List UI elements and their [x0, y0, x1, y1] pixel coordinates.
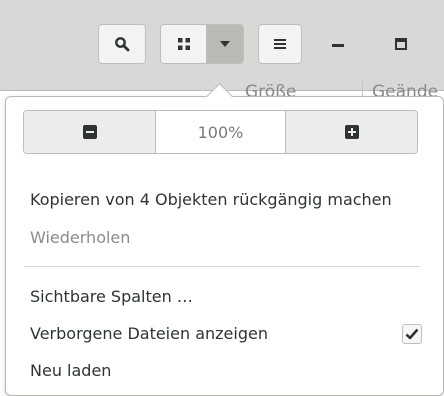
chevron-down-icon: [220, 41, 231, 47]
zoom-in-button[interactable]: [286, 111, 417, 153]
checkmark-icon: [405, 328, 419, 340]
undo-menu-item[interactable]: Kopieren von 4 Objekten rückgängig mache…: [30, 190, 392, 209]
redo-menu-item[interactable]: Wiederholen: [30, 228, 130, 247]
main-menu-button[interactable]: [258, 24, 302, 64]
menu-separator: [24, 266, 420, 267]
grid-view-button[interactable]: [161, 25, 208, 63]
show-hidden-files-checkbox[interactable]: [402, 324, 422, 344]
search-button[interactable]: [98, 24, 146, 64]
zoom-out-icon: [82, 125, 97, 139]
zoom-out-button[interactable]: [24, 111, 155, 153]
zoom-controls: 100%: [23, 110, 418, 154]
minimize-icon[interactable]: [332, 44, 344, 47]
zoom-in-icon: [344, 125, 359, 139]
show-hidden-files-menu-item[interactable]: Verborgene Dateien anzeigen: [30, 324, 268, 343]
search-icon: [115, 37, 130, 52]
header-bar: [0, 0, 444, 91]
maximize-icon[interactable]: [395, 38, 407, 50]
reload-menu-item[interactable]: Neu laden: [30, 361, 111, 380]
view-options-dropdown-button[interactable]: [207, 25, 243, 63]
grid-view-icon: [177, 38, 190, 50]
zoom-level[interactable]: 100%: [155, 111, 286, 153]
hamburger-menu-icon: [274, 39, 286, 49]
view-mode-group: [160, 24, 244, 64]
visible-columns-menu-item[interactable]: Sichtbare Spalten …: [30, 287, 193, 306]
